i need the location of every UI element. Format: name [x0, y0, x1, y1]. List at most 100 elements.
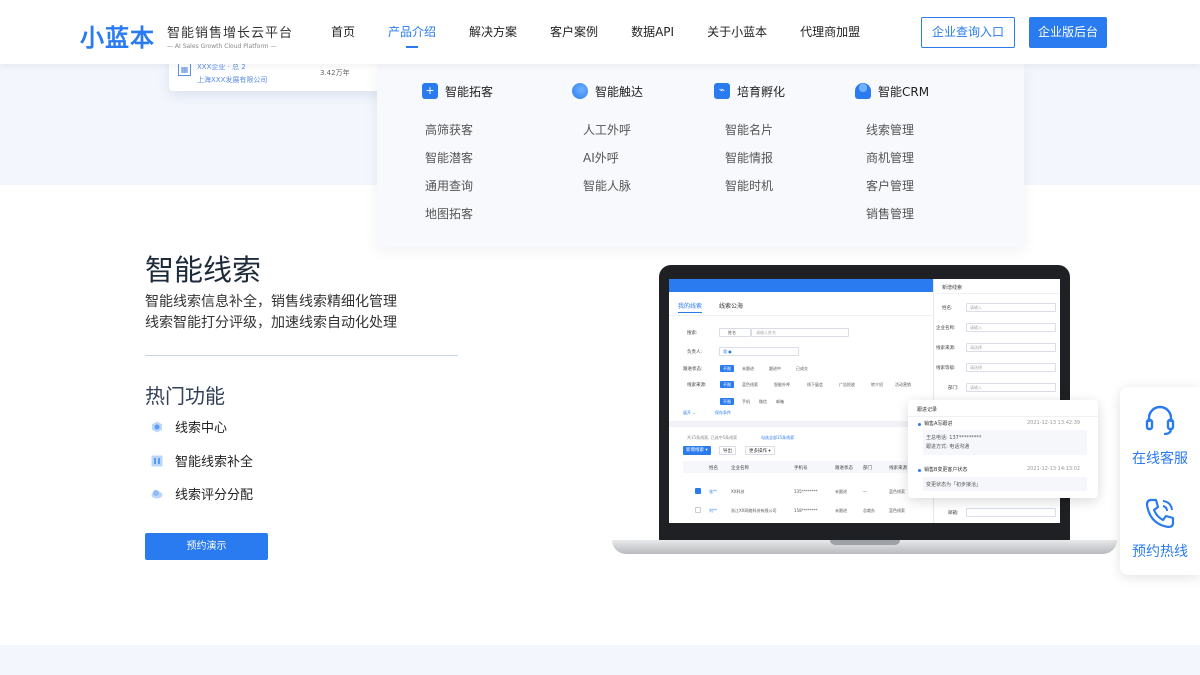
dropdown-title: 智能拓客	[445, 84, 494, 99]
panel-email-label: 邮箱:	[948, 511, 959, 516]
dropdown-col-acquire: + 智能拓客 高筛获客 智能潜客 通用查询 地图拓客	[422, 82, 493, 235]
panel-placeholder: 请输入	[970, 325, 982, 330]
online-service-button[interactable]: 在线客服	[1120, 402, 1200, 468]
dropdown-item[interactable]: 地图拓客	[425, 207, 493, 235]
screen-gap	[669, 421, 933, 427]
dropdown-item[interactable]: 销售管理	[866, 207, 929, 235]
floating-service-panel: 在线客服 预约热线	[1120, 387, 1200, 575]
mini-amount: 3.42万年	[320, 69, 350, 77]
panel-field-label: 企业名称:	[936, 326, 956, 331]
tab-lead-pool: 线索公海	[719, 303, 744, 310]
dropdown-item[interactable]: 智能情报	[725, 151, 785, 179]
dropdown-item[interactable]: 客户管理	[866, 179, 929, 207]
table-col: 线索来源	[889, 466, 907, 471]
dropdown-item[interactable]: 商机管理	[866, 151, 929, 179]
dropdown-item[interactable]: AI外呼	[583, 151, 643, 179]
record-2-line-1: 变更状态为「初步接洽」	[926, 482, 982, 488]
row-checkbox-checked	[695, 488, 701, 494]
dropdown-item[interactable]: 通用查询	[425, 179, 493, 207]
record-1-line-2: 跟进方式: 电话沟通	[926, 444, 970, 450]
label-owner: 负责人:	[687, 350, 703, 355]
table-col: 跟进状态	[835, 466, 853, 471]
feature-lead-score[interactable]: 线索评分分配	[151, 484, 253, 503]
cloud-icon	[572, 83, 588, 99]
section-desc-2: 线索智能打分评级，加速线索自动化处理	[145, 315, 397, 331]
timeline-dot	[918, 469, 921, 472]
feature-label: 线索评分分配	[175, 488, 254, 503]
hotline-label: 预约热线	[1132, 544, 1188, 560]
section-desc-1: 智能线索信息补全，销售线索精细化管理	[145, 294, 397, 310]
nav-product[interactable]: 产品介绍	[388, 0, 436, 64]
logo[interactable]: 小蓝本 智能销售增长云平台 — AI Sales Growth Cloud Pl…	[80, 18, 293, 53]
table-cell: 未跟进	[835, 508, 847, 513]
panel-placeholder: 请输入	[970, 385, 982, 390]
record-1-line-1: 王总电话: 137*********	[926, 435, 982, 441]
dropdown-col-nurture: ⌁ 培育孵化 智能名片 智能情报 智能时机	[714, 82, 785, 207]
dropdown-item[interactable]: 高筛获客	[425, 123, 493, 151]
status-opt: 跟进中	[769, 366, 781, 371]
panel-field-input: 请选择	[966, 343, 1056, 352]
dropdown-item[interactable]: 智能人脉	[583, 179, 643, 207]
dropdown-item[interactable]: 智能潜客	[425, 151, 493, 179]
panel-field-label: 姓名:	[942, 306, 953, 311]
table-cell: —	[863, 489, 867, 494]
panel-field-label: 部门:	[948, 386, 959, 391]
hotline-button[interactable]: 预约热线	[1120, 495, 1200, 561]
source-opt: 不限	[720, 381, 734, 388]
logo-text: 智能销售增长云平台 — AI Sales Growth Cloud Platfo…	[167, 22, 293, 50]
record-1-time: 2021-12-13 13:42:39	[1027, 420, 1081, 426]
record-2-time: 2021-12-13 14:13:02	[1027, 466, 1081, 472]
panel-field-label: 线索来源:	[936, 346, 956, 351]
record-2-box: 变更状态为「初步接洽」	[923, 477, 1087, 491]
feature-lead-center[interactable]: 线索中心	[151, 417, 227, 436]
table-col: 部门	[863, 466, 872, 471]
sub-opt: 微信	[759, 399, 767, 404]
book-demo-button[interactable]: 预约演示	[145, 533, 268, 560]
nav-api[interactable]: 数据API	[631, 0, 674, 64]
owner-value: 我 ●	[723, 349, 732, 354]
save-filter-link: 保存条件	[715, 410, 731, 415]
nav-about[interactable]: 关于小蓝本	[707, 0, 767, 64]
table-cell: 蓝色线索	[889, 489, 905, 494]
dropdown-item[interactable]: 智能时机	[725, 179, 785, 207]
label-status: 跟进状态:	[683, 367, 703, 372]
nav-solutions[interactable]: 解决方案	[469, 0, 517, 64]
enterprise-query-button[interactable]: 企业查询入口	[921, 17, 1015, 48]
record-2-title: 销售B变更客户状态	[924, 467, 968, 473]
expand-filter-link: 展开 ⌄	[683, 410, 696, 415]
dropdown-item[interactable]: 智能名片	[725, 123, 785, 151]
hot-features-title: 热门功能	[145, 384, 225, 408]
enterprise-admin-button[interactable]: 企业版后台	[1029, 17, 1107, 48]
row-checkbox	[695, 507, 701, 513]
export-button: 导出	[719, 446, 736, 455]
screen-divider	[669, 315, 933, 316]
dropdown-item[interactable]: 线索管理	[866, 123, 929, 151]
section-title: 智能线索	[145, 253, 262, 287]
source-opt: 智能外呼	[774, 382, 790, 387]
panel-email-input	[966, 508, 1056, 517]
label-search: 搜索:	[687, 331, 698, 336]
laptop-notch	[830, 540, 900, 545]
nav-home[interactable]: 首页	[331, 0, 355, 64]
table-cell: 135********	[794, 489, 818, 494]
popup-divider	[908, 416, 1098, 417]
popup-title: 跟进记录	[917, 407, 938, 413]
lead-center-icon	[152, 421, 162, 432]
panel-placeholder: 请选择	[970, 365, 982, 370]
panel-placeholder: 请选择	[970, 345, 982, 350]
table-col: 企业名称	[731, 466, 749, 471]
tab-my-leads: 我的线索	[678, 301, 703, 313]
panel-field-label: 线索等级:	[936, 366, 956, 371]
feature-lead-complete[interactable]: 智能线索补全	[151, 451, 253, 470]
nav-agent[interactable]: 代理商加盟	[800, 0, 860, 64]
dropdown-item[interactable]: 人工外呼	[583, 123, 643, 151]
search-placeholder: 请输入姓名	[756, 330, 776, 335]
table-cell: 蓝色线索	[889, 508, 905, 513]
status-opt: 已成交	[796, 366, 808, 371]
source-opt: 广告投放	[839, 382, 855, 387]
nav-cases[interactable]: 客户案例	[550, 0, 598, 64]
status-opt: 未跟进	[742, 366, 754, 371]
online-service-label: 在线客服	[1132, 451, 1188, 467]
table-cell: XX科技	[731, 489, 745, 494]
panel-placeholder: 请输入	[970, 305, 982, 310]
